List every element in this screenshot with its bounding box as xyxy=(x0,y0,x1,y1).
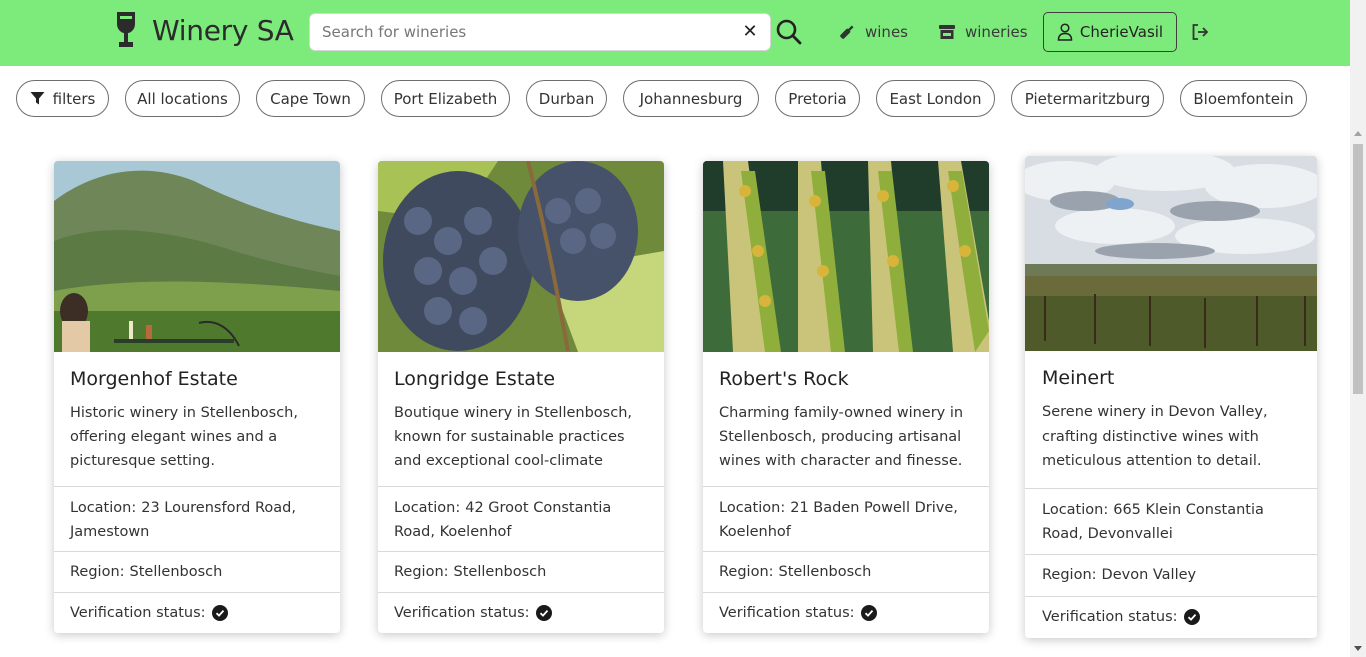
winery-name: Longridge Estate xyxy=(394,368,556,390)
winery-name: Morgenhof Estate xyxy=(70,368,238,390)
location-label: Location: xyxy=(70,500,137,516)
verification-label: Verification status: xyxy=(70,605,206,621)
winery-region-row: Region: Stellenbosch xyxy=(54,551,340,592)
location-chip-bloemfontein[interactable]: Bloemfontein xyxy=(1180,80,1307,117)
verified-check-icon xyxy=(535,605,552,621)
winery-image xyxy=(1025,156,1317,351)
winery-region-row: Region: Stellenbosch xyxy=(378,551,664,592)
winery-region: Stellenbosch xyxy=(778,564,872,580)
winery-location-row: Location: 42 Groot Constantia Road, Koele… xyxy=(378,486,664,552)
winery-region: Stellenbosch xyxy=(129,564,223,580)
clear-search-button[interactable]: ✕ xyxy=(740,22,760,42)
verified-check-icon xyxy=(860,605,877,621)
winery-region: Devon Valley xyxy=(1101,567,1197,583)
nav-link-wines[interactable]: wines xyxy=(838,20,908,44)
logout-button[interactable] xyxy=(1190,22,1210,42)
nav-link-label: wineries xyxy=(965,23,1028,41)
location-chip-pietermaritzburg[interactable]: Pietermaritzburg xyxy=(1011,80,1164,117)
winery-verification-row: Verification status: xyxy=(378,592,664,633)
location-label: Location: xyxy=(394,500,461,516)
store-icon xyxy=(939,25,955,39)
location-chip-cape-town[interactable]: Cape Town xyxy=(256,80,365,117)
logout-icon xyxy=(1192,24,1209,40)
search-icon xyxy=(776,19,802,45)
winery-description: Boutique winery in Stellenbosch, known f… xyxy=(394,405,633,469)
user-icon xyxy=(1057,23,1073,41)
verification-label: Verification status: xyxy=(719,605,855,621)
location-chip-durban[interactable]: Durban xyxy=(526,80,607,117)
winery-region: Stellenbosch xyxy=(453,564,547,580)
search-button[interactable] xyxy=(775,18,803,46)
verification-label: Verification status: xyxy=(1042,609,1178,625)
filters-label: filters xyxy=(52,89,96,108)
winery-location-row: Location: 23 Lourensford Road, Jamestown xyxy=(54,486,340,552)
winery-image xyxy=(378,161,664,352)
wine-bottle-icon xyxy=(840,25,854,39)
nav-link-label: wines xyxy=(865,23,908,41)
winery-image xyxy=(703,161,989,352)
location-label: Location: xyxy=(719,500,786,516)
page-scrollbar[interactable] xyxy=(1350,0,1366,657)
username: CherieVasil xyxy=(1079,23,1164,41)
winery-region-row: Region: Stellenbosch xyxy=(703,551,989,592)
verification-label: Verification status: xyxy=(394,605,530,621)
winery-region-row: Region: Devon Valley xyxy=(1025,554,1317,596)
winery-location-row: Location: 21 Baden Powell Drive, Koelenho… xyxy=(703,486,989,552)
wine-glass-icon xyxy=(117,12,135,47)
winery-card[interactable]: Longridge Estate Boutique winery in Stel… xyxy=(378,161,664,633)
close-icon: ✕ xyxy=(742,21,758,42)
winery-description: Historic winery in Stellenbosch, offerin… xyxy=(70,405,298,469)
winery-description: Charming family-owned winery in Stellenb… xyxy=(719,405,964,469)
winery-image xyxy=(54,161,340,352)
scroll-down-arrow-icon[interactable] xyxy=(1354,646,1362,651)
location-chip-johannesburg[interactable]: Johannesburg xyxy=(623,80,759,117)
navbar: Winery SA ✕ wines wineries xyxy=(0,0,1350,66)
location-chip-pretoria[interactable]: Pretoria xyxy=(775,80,860,117)
user-profile-button[interactable]: CherieVasil xyxy=(1043,12,1177,52)
winery-card[interactable]: Meinert Serene winery in Devon Valley, c… xyxy=(1025,156,1317,638)
search-box: ✕ xyxy=(309,13,771,51)
brand-name: Winery SA xyxy=(152,13,294,47)
verified-check-icon xyxy=(211,605,228,621)
scroll-up-arrow-icon[interactable] xyxy=(1354,131,1362,136)
region-label: Region: xyxy=(719,564,774,580)
location-chip-east-london[interactable]: East London xyxy=(876,80,995,117)
region-label: Region: xyxy=(70,564,125,580)
region-label: Region: xyxy=(1042,567,1097,583)
winery-card[interactable]: Morgenhof Estate Historic winery in Stel… xyxy=(54,161,340,633)
winery-location-row: Location: 665 Klein Constantia Road, Devo… xyxy=(1025,488,1317,555)
scrollbar-thumb[interactable] xyxy=(1353,144,1363,394)
winery-name: Robert's Rock xyxy=(719,368,849,390)
nav-link-wineries[interactable]: wineries xyxy=(938,20,1028,44)
brand[interactable]: Winery SA xyxy=(114,10,294,50)
winery-description: Serene winery in Devon Valley, crafting … xyxy=(1042,404,1268,469)
winery-verification-row: Verification status: xyxy=(1025,596,1317,638)
winery-name: Meinert xyxy=(1042,367,1115,389)
filter-icon xyxy=(30,92,45,105)
region-label: Region: xyxy=(394,564,449,580)
location-label: Location: xyxy=(1042,502,1109,518)
winery-verification-row: Verification status: xyxy=(54,592,340,633)
search-input[interactable] xyxy=(310,14,730,50)
location-chip-all[interactable]: All locations xyxy=(125,80,240,117)
location-chip-port-elizabeth[interactable]: Port Elizabeth xyxy=(381,80,510,117)
verified-check-icon xyxy=(1183,609,1200,625)
winery-card[interactable]: Robert's Rock Charming family-owned wine… xyxy=(703,161,989,633)
filters-button[interactable]: filters xyxy=(16,80,109,117)
winery-verification-row: Verification status: xyxy=(703,592,989,633)
